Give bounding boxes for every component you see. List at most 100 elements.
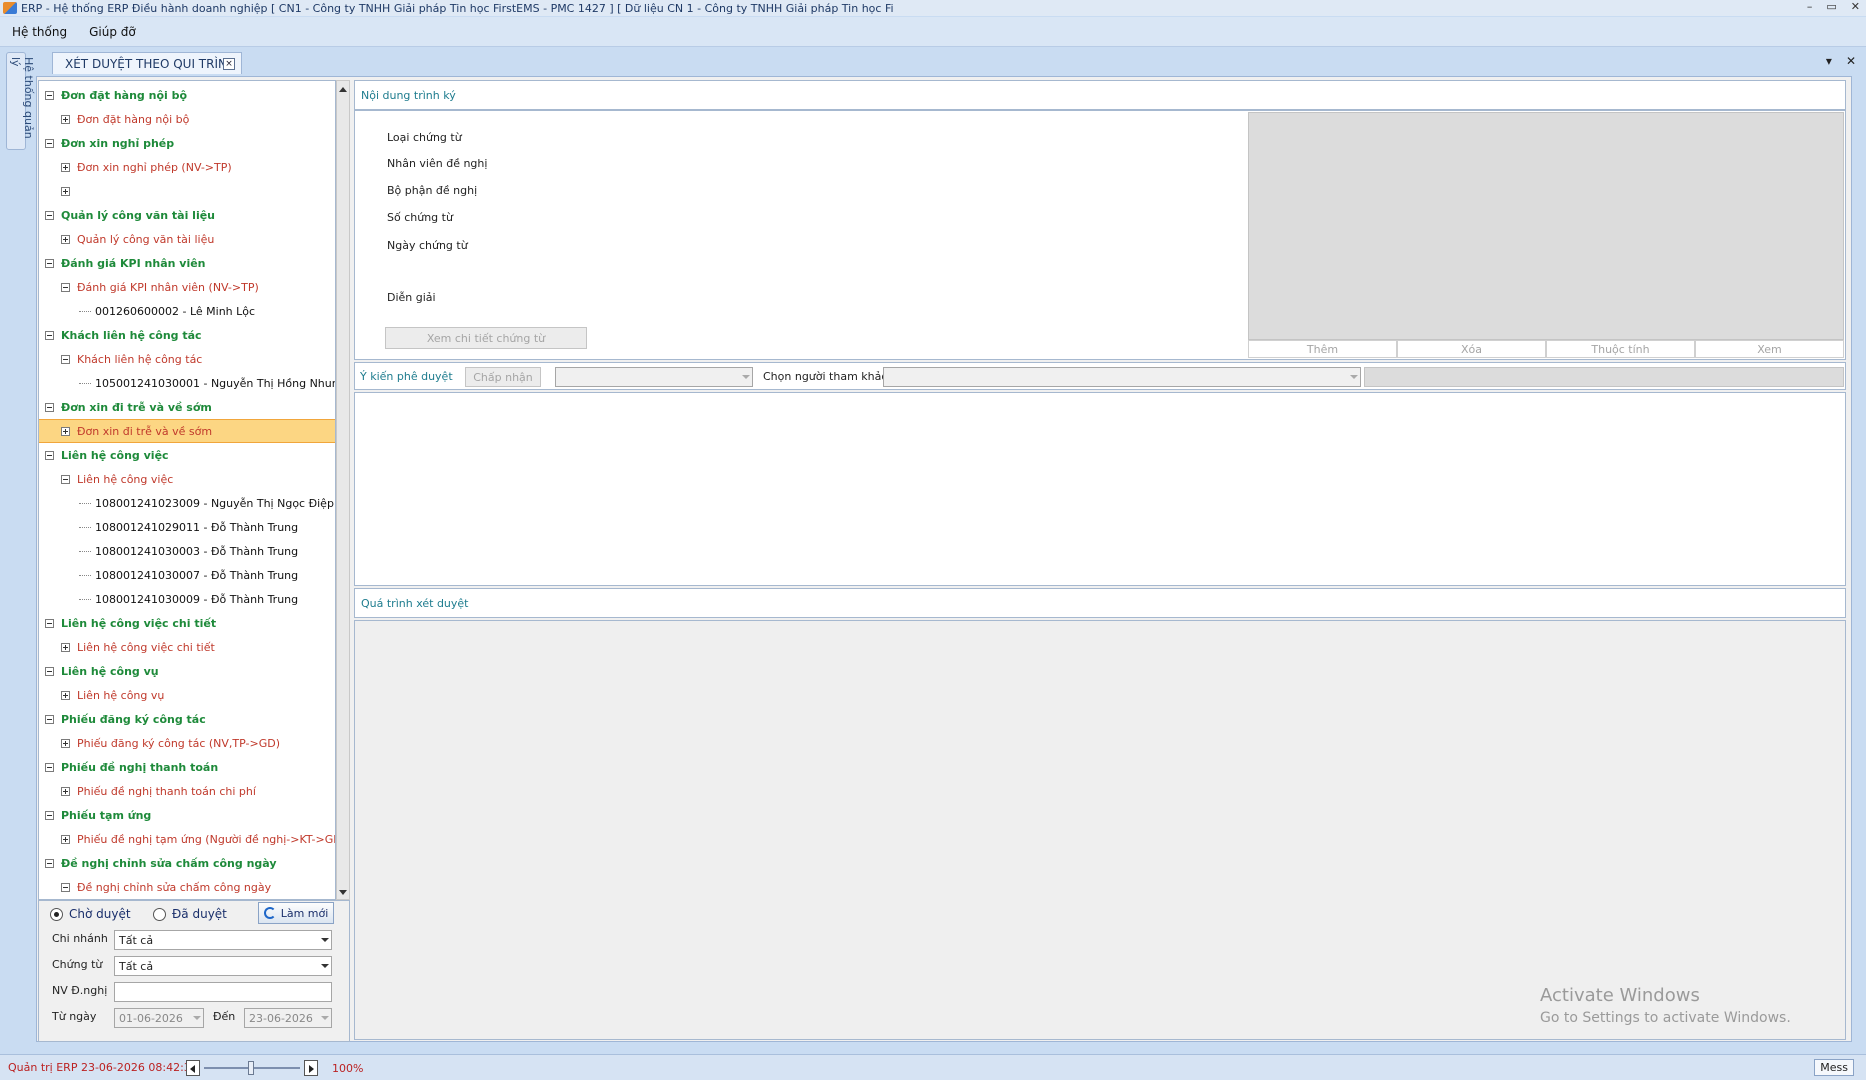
side-tab-system-management[interactable]: Hệ thống quản lý	[6, 52, 35, 150]
menu-item-system[interactable]: Hệ thống	[12, 25, 67, 39]
tree-category[interactable]: Khách liên hệ công tác	[39, 323, 335, 347]
from-date-picker[interactable]: 01-06-2026	[114, 1008, 204, 1028]
expand-icon[interactable]	[61, 186, 70, 196]
expand-icon[interactable]	[61, 738, 70, 748]
reference-person-select[interactable]	[883, 367, 1361, 387]
collapse-icon[interactable]	[45, 762, 54, 772]
radio-pending[interactable]: Chờ duyệt	[50, 907, 131, 921]
radio-approved-dot[interactable]	[153, 907, 166, 921]
tree-document-item[interactable]: 108001241030007 - Đỗ Thành Trung	[39, 563, 335, 587]
chevron-down-icon[interactable]	[321, 964, 329, 968]
expand-icon[interactable]	[61, 114, 70, 124]
tree-category[interactable]: Đơn đặt hàng nội bộ	[39, 83, 335, 107]
document-select[interactable]: Tất cả	[114, 956, 332, 976]
tree-document-item[interactable]: 108001241023009 - Nguyễn Thị Ngọc Điệp	[39, 491, 335, 515]
scroll-up-icon[interactable]	[339, 87, 347, 92]
close-window-icon[interactable]: ✕	[1851, 0, 1860, 13]
tree-node[interactable]: Phiếu đăng ký công tác (NV,TP->GD)	[39, 731, 335, 755]
tree-document-item[interactable]: 108001241030003 - Đỗ Thành Trung	[39, 539, 335, 563]
tree-category[interactable]: Phiếu tạm ứng	[39, 803, 335, 827]
tree-category[interactable]: Liên hệ công việc chi tiết	[39, 611, 335, 635]
tree-node[interactable]: Liên hệ công việc	[39, 467, 335, 491]
menu-item-help[interactable]: Giúp đỡ	[89, 25, 136, 39]
tree-document-item[interactable]: 108001241029011 - Đỗ Thành Trung	[39, 515, 335, 539]
attach-delete-button[interactable]: Xóa	[1397, 340, 1546, 358]
tree-node[interactable]: Đơn xin nghỉ phép (NV->TP)	[39, 155, 335, 179]
zoom-out-icon[interactable]	[186, 1060, 200, 1076]
tree-category[interactable]: Đề nghị chỉnh sửa chấm công ngày	[39, 851, 335, 875]
collapse-icon[interactable]	[45, 258, 54, 268]
tree-node[interactable]: Đánh giá KPI nhân viên (NV->TP)	[39, 275, 335, 299]
branch-select[interactable]: Tất cả	[114, 930, 332, 950]
collapse-icon[interactable]	[45, 450, 54, 460]
expand-icon[interactable]	[61, 786, 70, 796]
minimize-icon[interactable]: –	[1807, 0, 1813, 13]
collapse-icon[interactable]	[61, 282, 70, 292]
chevron-down-icon[interactable]	[742, 375, 750, 379]
chevron-down-icon[interactable]	[321, 1016, 329, 1020]
refresh-button[interactable]: Làm mới	[258, 902, 334, 924]
tab-approval-workflow[interactable]: XÉT DUYỆT THEO QUI TRÌNH ×	[52, 52, 242, 74]
collapse-icon[interactable]	[45, 666, 54, 676]
tree-node[interactable]	[39, 179, 335, 203]
tree-category[interactable]: Phiếu đề nghị thanh toán	[39, 755, 335, 779]
attach-view-button[interactable]: Xem	[1695, 340, 1844, 358]
collapse-icon[interactable]	[45, 810, 54, 820]
collapse-icon[interactable]	[45, 210, 54, 220]
tree-category[interactable]: Phiếu đăng ký công tác	[39, 707, 335, 731]
collapse-icon[interactable]	[45, 714, 54, 724]
expand-icon[interactable]	[61, 162, 70, 172]
zoom-slider-handle[interactable]	[248, 1061, 254, 1075]
requester-input[interactable]	[114, 982, 332, 1002]
collapse-icon[interactable]	[45, 618, 54, 628]
tree-node[interactable]: Phiếu đề nghị thanh toán chi phí	[39, 779, 335, 803]
tree-node[interactable]: Liên hệ công việc chi tiết	[39, 635, 335, 659]
tree-node[interactable]: Đơn xin đi trễ và về sớm	[39, 419, 335, 443]
view-detail-button[interactable]: Xem chi tiết chứng từ	[385, 327, 587, 349]
tree-node[interactable]: Liên hệ công vụ	[39, 683, 335, 707]
zoom-slider[interactable]	[204, 1061, 300, 1075]
tree-node[interactable]: Đơn đặt hàng nội bộ	[39, 107, 335, 131]
collapse-icon[interactable]	[45, 138, 54, 148]
tree-node[interactable]: Khách liên hệ công tác	[39, 347, 335, 371]
collapse-icon[interactable]	[61, 882, 70, 892]
collapse-icon[interactable]	[45, 402, 54, 412]
chevron-down-icon[interactable]	[321, 938, 329, 942]
collapse-icon[interactable]	[61, 354, 70, 364]
tab-list-dropdown-icon[interactable]: ▾	[1826, 54, 1832, 68]
tree-category[interactable]: Quản lý công văn tài liệu	[39, 203, 335, 227]
restore-icon[interactable]: ▭	[1826, 0, 1836, 13]
tab-close-icon[interactable]: ×	[223, 58, 235, 70]
tree-category[interactable]: Đánh giá KPI nhân viên	[39, 251, 335, 275]
tree-document-item[interactable]: 105001241030001 - Nguyễn Thị Hồng Nhung	[39, 371, 335, 395]
tree-node[interactable]: Phiếu đề nghị tạm ứng (Người đề nghị->KT…	[39, 827, 335, 851]
collapse-icon[interactable]	[45, 330, 54, 340]
approval-comment-area[interactable]	[354, 392, 1846, 586]
scroll-down-icon[interactable]	[339, 890, 347, 895]
tree-node[interactable]: Đề nghị chỉnh sửa chấm công ngày	[39, 875, 335, 899]
expand-icon[interactable]	[61, 426, 70, 436]
collapse-icon[interactable]	[61, 474, 70, 484]
collapse-icon[interactable]	[45, 858, 54, 868]
chevron-down-icon[interactable]	[193, 1016, 201, 1020]
attach-add-button[interactable]: Thêm	[1248, 340, 1397, 358]
to-date-picker[interactable]: 23-06-2026	[244, 1008, 332, 1028]
messages-button[interactable]: Mess	[1814, 1059, 1854, 1076]
approval-decision-select[interactable]	[555, 367, 753, 387]
tree-document-item[interactable]: 001260600002 - Lê Minh Lộc	[39, 299, 335, 323]
zoom-in-icon[interactable]	[304, 1060, 318, 1076]
tree-category[interactable]: Liên hệ công việc	[39, 443, 335, 467]
tree-category[interactable]: Đơn xin nghỉ phép	[39, 131, 335, 155]
expand-icon[interactable]	[61, 834, 70, 844]
tree-document-item[interactable]: 108001241030009 - Đỗ Thành Trung	[39, 587, 335, 611]
chevron-down-icon[interactable]	[1350, 375, 1358, 379]
accept-button[interactable]: Chấp nhận	[465, 367, 541, 387]
radio-pending-dot[interactable]	[50, 907, 63, 921]
radio-approved[interactable]: Đã duyệt	[153, 907, 227, 921]
tree-scrollbar[interactable]	[336, 80, 350, 900]
tree-category[interactable]: Liên hệ công vụ	[39, 659, 335, 683]
tab-close-all-icon[interactable]: ✕	[1846, 54, 1856, 68]
expand-icon[interactable]	[61, 642, 70, 652]
collapse-icon[interactable]	[45, 90, 54, 100]
expand-icon[interactable]	[61, 690, 70, 700]
